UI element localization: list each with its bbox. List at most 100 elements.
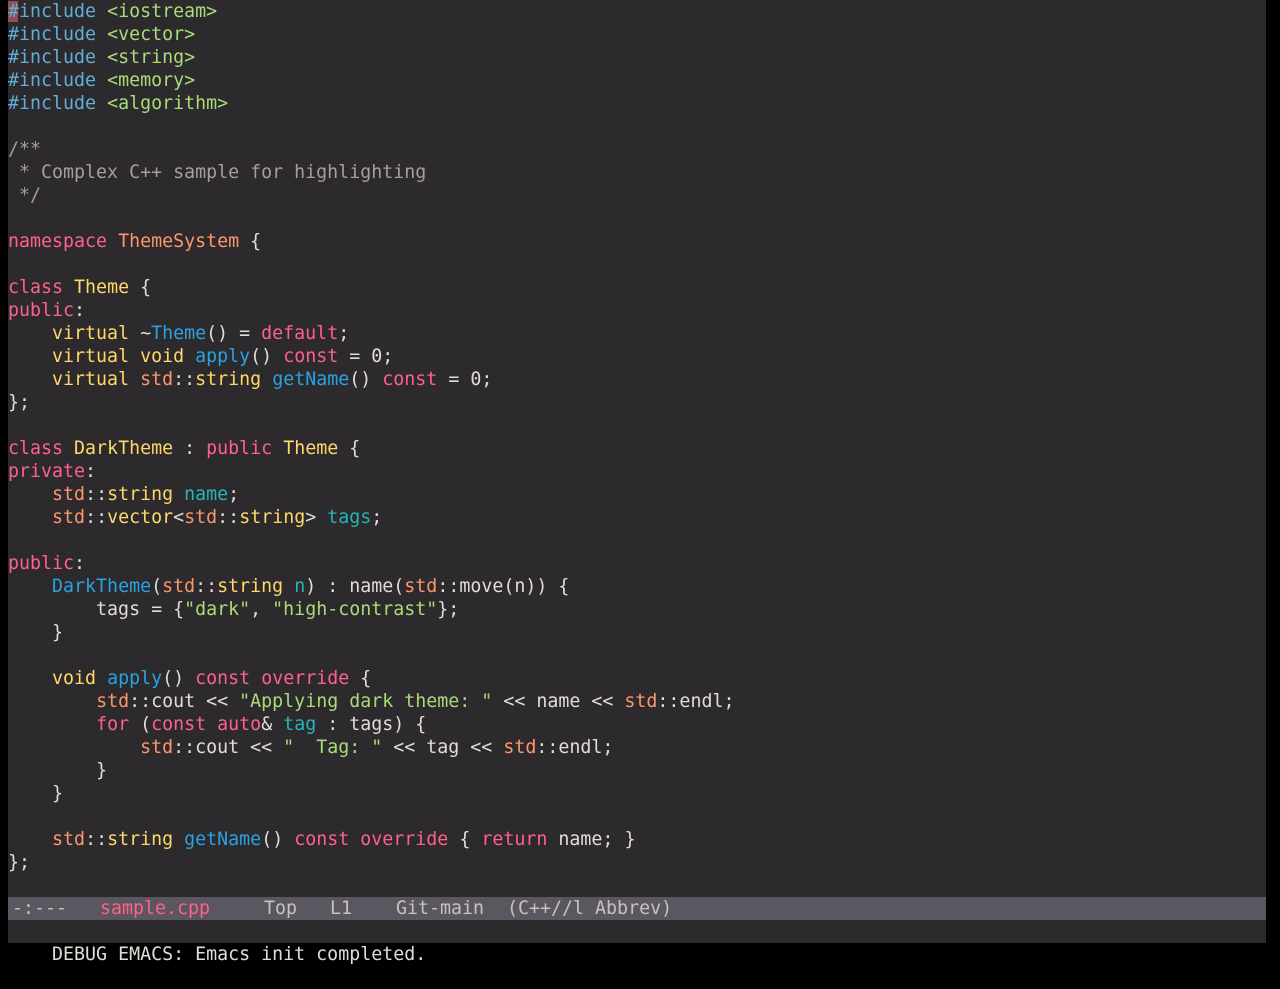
code-token: std <box>162 576 196 597</box>
code-line[interactable]: virtual void apply() const = 0; <box>8 345 1266 368</box>
code-line[interactable]: */ <box>8 184 1266 207</box>
code-line[interactable]: } <box>8 621 1266 644</box>
code-token: #include <box>8 70 97 91</box>
code-token: n <box>294 576 306 597</box>
code-line[interactable]: #include <string> <box>8 46 1266 69</box>
code-line[interactable]: ​ <box>8 529 1266 552</box>
code-token: () = <box>206 323 262 344</box>
code-token: } <box>8 783 64 804</box>
code-token: = 0; <box>338 346 394 367</box>
code-token: * Complex C++ sample for highlighting <box>8 162 427 183</box>
code-token: #include <box>8 1 97 22</box>
code-token: { <box>129 277 152 298</box>
code-token: string <box>195 369 262 390</box>
code-token: Theme <box>283 438 339 459</box>
code-token: <string> <box>107 47 196 68</box>
code-token: tags <box>327 507 372 528</box>
code-token: const <box>283 346 339 367</box>
code-line[interactable]: class Theme { <box>8 276 1266 299</box>
code-line[interactable]: std::vector<std::string> tags; <box>8 506 1266 529</box>
modeline-position: Top <box>264 898 298 919</box>
code-token: << name << <box>492 691 625 712</box>
code-token: ::move(n)) { <box>437 576 570 597</box>
code-line[interactable]: for (const auto& tag : tags) { <box>8 713 1266 736</box>
code-line[interactable]: public: <box>8 299 1266 322</box>
modeline-modes[interactable]: (C++//l Abbrev) <box>507 897 672 920</box>
code-line[interactable]: ​ <box>8 644 1266 667</box>
code-token: public <box>8 553 75 574</box>
code-token: #include <box>8 24 97 45</box>
code-line[interactable]: public: <box>8 552 1266 575</box>
code-token: <algorithm> <box>107 93 229 114</box>
code-token: : <box>173 438 207 459</box>
code-token: const <box>195 668 251 689</box>
code-line[interactable]: std::cout << "Applying dark theme: " << … <box>8 690 1266 713</box>
code-line[interactable]: std::string name; <box>8 483 1266 506</box>
minibuffer[interactable]: DEBUG EMACS: Emacs init completed. <box>8 920 1266 965</box>
code-line[interactable]: ​ <box>8 115 1266 138</box>
code-token: { <box>338 438 361 459</box>
mode-line[interactable]: -:--- sample.cpp Top L1 Git-main (C++//l… <box>8 897 1266 920</box>
code-token: : <box>85 461 97 482</box>
code-token: { <box>448 829 482 850</box>
code-line[interactable]: }; <box>8 851 1266 874</box>
modeline-buffer-name[interactable]: sample.cpp <box>100 897 210 920</box>
code-line[interactable]: /** <box>8 138 1266 161</box>
code-line[interactable]: std::string getName() const override { r… <box>8 828 1266 851</box>
code-token: std <box>184 507 218 528</box>
code-line[interactable]: #include <memory> <box>8 69 1266 92</box>
code-line[interactable]: } <box>8 759 1266 782</box>
code-token: std <box>52 829 86 850</box>
code-token: string <box>217 576 284 597</box>
code-line[interactable]: #include <algorithm> <box>8 92 1266 115</box>
code-token: apply <box>195 346 251 367</box>
code-line[interactable]: virtual ~Theme() = default; <box>8 322 1266 345</box>
code-token: std <box>140 369 174 390</box>
code-line[interactable]: private: <box>8 460 1266 483</box>
code-line[interactable]: tags = {"dark", "high-contrast"}; <box>8 598 1266 621</box>
code-line[interactable]: void apply() const override { <box>8 667 1266 690</box>
code-token: ThemeSystem <box>118 231 240 252</box>
modeline-status: -:--- <box>12 898 68 919</box>
code-token: auto <box>217 714 262 735</box>
code-line[interactable]: namespace ThemeSystem { <box>8 230 1266 253</box>
code-line[interactable]: DarkTheme(std::string n) : name(std::mov… <box>8 575 1266 598</box>
code-line[interactable]: ​ <box>8 805 1266 828</box>
code-token: () <box>261 829 295 850</box>
code-line[interactable]: #include <vector> <box>8 23 1266 46</box>
code-line[interactable]: ​ <box>8 207 1266 230</box>
code-line[interactable]: virtual std::string getName() const = 0; <box>8 368 1266 391</box>
code-line[interactable]: ​ <box>8 414 1266 437</box>
code-editor[interactable]: #include <iostream> #include <vector> #inc… <box>8 0 1266 897</box>
code-token: const <box>294 829 350 850</box>
code-line[interactable]: }; <box>8 391 1266 414</box>
code-token: /** <box>8 139 42 160</box>
code-token: ::cout << <box>173 737 284 758</box>
code-line[interactable]: * Complex C++ sample for highlighting <box>8 161 1266 184</box>
code-token: public <box>8 300 75 321</box>
code-line[interactable]: class DarkTheme : public Theme { <box>8 437 1266 460</box>
code-token: () <box>250 346 284 367</box>
code-token: "high-contrast" <box>272 599 438 620</box>
modeline-vc-branch[interactable]: Git-main <box>396 897 484 920</box>
code-token: }; <box>8 392 31 413</box>
code-token: class <box>8 277 64 298</box>
code-token: std <box>52 507 86 528</box>
code-token: "Applying dark theme: " <box>239 691 493 712</box>
code-token: , <box>250 599 273 620</box>
code-line[interactable]: ​ <box>8 253 1266 276</box>
code-token: < <box>173 507 185 528</box>
code-line[interactable]: std::cout << " Tag: " << tag << std::end… <box>8 736 1266 759</box>
code-line[interactable]: } <box>8 782 1266 805</box>
code-line[interactable]: #include <iostream> <box>8 0 1266 23</box>
